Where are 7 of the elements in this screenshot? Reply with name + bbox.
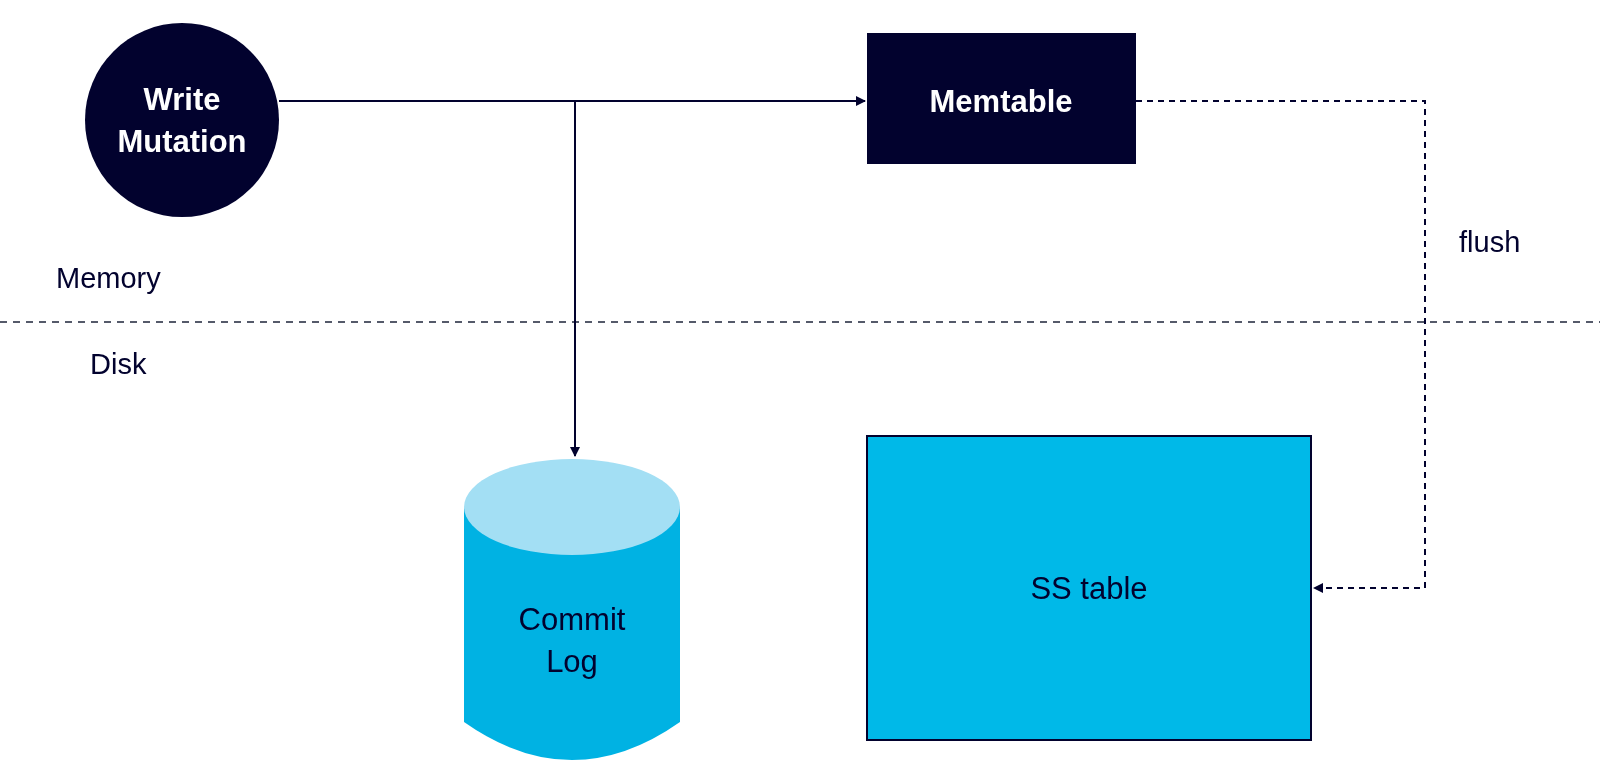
node-label: Memtable	[929, 84, 1073, 119]
edge-label: flush	[1459, 226, 1521, 258]
node-label: Commit Log	[518, 602, 626, 679]
node-label: Write Mutation	[117, 82, 247, 159]
node-label: SS table	[1030, 571, 1148, 606]
layer-label: Disk	[90, 348, 147, 380]
layer-label: Memory	[56, 262, 161, 294]
